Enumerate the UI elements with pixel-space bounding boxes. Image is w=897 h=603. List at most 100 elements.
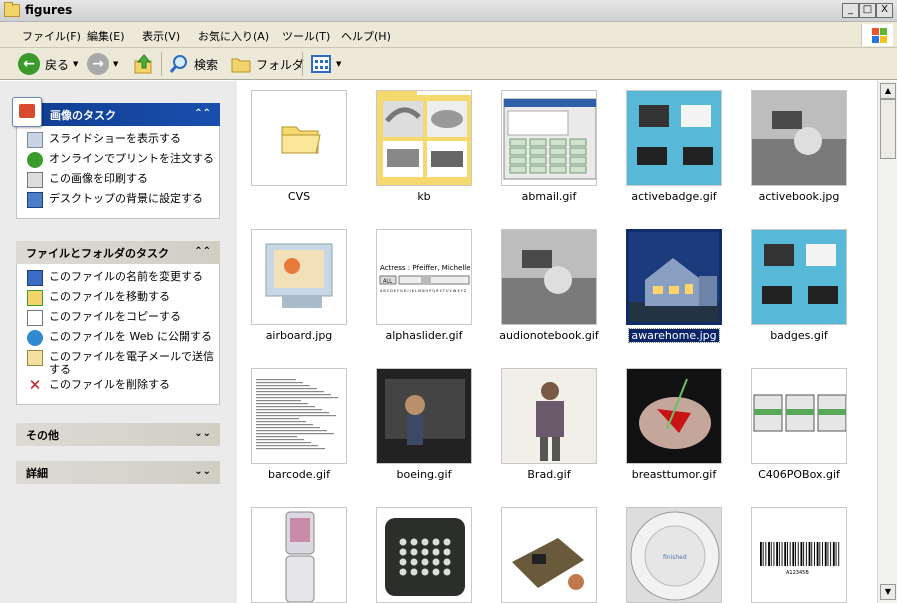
up-folder-icon (134, 54, 152, 74)
back-dropdown-icon[interactable]: ▼ (73, 60, 78, 68)
file-tile[interactable]: activebook.jpg (739, 81, 859, 211)
file-tile[interactable]: Brad.gif (489, 359, 609, 489)
forward-dropdown-icon[interactable]: ▼ (113, 60, 118, 68)
rename-icon (27, 270, 43, 286)
task-pane: 画像のタスク ⌃⌃ スライドショーを表示する オンラインでプリントを注文する こ… (0, 81, 237, 603)
collapse-chevron-icon[interactable]: ⌃⌃ (194, 246, 211, 257)
file-tile[interactable]: breasttumor.gif (614, 359, 734, 489)
views-button[interactable]: ▼ (310, 52, 341, 76)
globe-icon (27, 330, 43, 346)
file-tile[interactable]: C406POBox.gif (739, 359, 859, 489)
details-title: 詳細 (26, 466, 48, 480)
folders-button[interactable]: フォルダ (230, 52, 304, 76)
thumbnail-image (501, 507, 597, 603)
file-tile[interactable]: A12345B (739, 498, 859, 603)
file-tile[interactable] (489, 498, 609, 603)
up-folder-button[interactable] (133, 52, 155, 76)
task-email[interactable]: このファイルを電子メールで送信する (27, 350, 219, 378)
file-tile[interactable]: awarehome.jpg (614, 220, 734, 350)
expand-chevron-icon[interactable]: ⌄⌄ (194, 428, 211, 439)
details-header[interactable]: 詳細 ⌄⌄ (16, 461, 220, 484)
back-arrow-icon: ← (18, 53, 40, 75)
windows-logo-icon (861, 24, 893, 46)
file-name-label: CVS (287, 190, 311, 203)
svg-text:A12345B: A12345B (786, 570, 809, 576)
file-name-label: kb (417, 190, 431, 203)
forward-button[interactable]: → ▼ (87, 52, 118, 76)
thumbnail-image (376, 90, 472, 186)
file-tasks-panel: ファイルとフォルダのタスク ⌃⌃ このファイルの名前を変更する このファイルを移… (16, 241, 220, 405)
maximize-button[interactable]: □ (859, 3, 876, 18)
file-tile[interactable]: badges.gif (739, 220, 859, 350)
scroll-thumb[interactable] (880, 99, 896, 159)
thumbnail-image (751, 229, 847, 325)
file-tile[interactable]: abmail.gif (489, 81, 609, 211)
details-panel: 詳細 ⌄⌄ (16, 461, 220, 484)
task-set-background[interactable]: デスクトップの背景に設定する (27, 192, 219, 212)
task-rename[interactable]: このファイルの名前を変更する (27, 270, 219, 290)
slideshow-icon (27, 132, 43, 148)
thumbnail-image (376, 507, 472, 603)
thumbnail-image (501, 368, 597, 464)
task-copy[interactable]: このファイルをコピーする (27, 310, 219, 330)
file-name-label: breasttumor.gif (631, 468, 717, 481)
svg-text:Actress : Pfeiffer, Michelle: Actress : Pfeiffer, Michelle (380, 264, 471, 272)
thumbnail-image (751, 90, 847, 186)
search-button[interactable]: 検索 (168, 52, 218, 76)
svg-text:A B C D E F G H I J K L M N O: A B C D E F G H I J K L M N O P Q R S T … (380, 289, 467, 293)
menu-file[interactable]: ファイル(F) (22, 28, 81, 44)
file-tile[interactable]: Actress : Pfeiffer, Michelle ALL A B C D E… (364, 220, 484, 350)
delete-x-icon: ✕ (28, 376, 42, 394)
file-tile[interactable]: barcode.gif (239, 359, 359, 489)
file-tile[interactable] (239, 498, 359, 603)
scroll-down-button[interactable]: ▼ (880, 584, 896, 600)
collapse-chevron-icon[interactable]: ⌃⌃ (194, 108, 211, 119)
thumbnail-image (376, 368, 472, 464)
globe-icon (27, 152, 43, 168)
file-name-label: abmail.gif (521, 190, 577, 203)
file-tile[interactable]: finished (614, 498, 734, 603)
vertical-scrollbar[interactable]: ▲ ▼ (877, 81, 897, 603)
folder-tile[interactable]: CVS (239, 81, 359, 211)
minimize-button[interactable]: _ (842, 3, 859, 18)
file-name-label: C406POBox.gif (758, 468, 840, 481)
menu-view[interactable]: 表示(V) (142, 28, 180, 44)
close-button[interactable]: X (876, 3, 893, 18)
folder-icon (4, 2, 20, 17)
task-slideshow[interactable]: スライドショーを表示する (27, 132, 219, 152)
folders-label: フォルダ (256, 57, 305, 72)
file-tile[interactable]: boeing.gif (364, 359, 484, 489)
menu-tools[interactable]: ツール(T) (282, 28, 330, 44)
file-tile[interactable] (364, 498, 484, 603)
expand-chevron-icon[interactable]: ⌄⌄ (194, 466, 211, 477)
task-publish-web[interactable]: このファイルを Web に公開する (27, 330, 219, 350)
task-order-prints[interactable]: オンラインでプリントを注文する (27, 152, 219, 172)
folder-tile[interactable]: kb (364, 81, 484, 211)
other-places-panel: その他 ⌄⌄ (16, 423, 220, 446)
task-move[interactable]: このファイルを移動する (27, 290, 219, 310)
thumbnail-image: finished (626, 507, 722, 603)
task-delete[interactable]: ✕ このファイルを削除する (27, 378, 219, 398)
printer-icon (27, 172, 43, 188)
image-tasks-header[interactable]: 画像のタスク ⌃⌃ (12, 97, 220, 127)
thumbnail-image (501, 90, 597, 186)
task-print[interactable]: この画像を印刷する (27, 172, 219, 192)
folder-icon (251, 90, 347, 186)
back-button[interactable]: ← 戻る ▼ (18, 52, 78, 76)
file-tasks-header[interactable]: ファイルとフォルダのタスク ⌃⌃ (16, 241, 220, 264)
file-name-label: badges.gif (770, 329, 828, 342)
file-tile[interactable]: activebadge.gif (614, 81, 734, 211)
toolbar: ← 戻る ▼ → ▼ 検索 フォルダ ▼ (0, 48, 897, 80)
menu-favorites[interactable]: お気に入り(A) (198, 28, 269, 44)
svg-text:ALL: ALL (383, 279, 392, 285)
other-places-title: その他 (26, 428, 59, 442)
file-tile[interactable]: audionotebook.gif (489, 220, 609, 350)
file-name-label: awarehome.jpg (628, 328, 720, 343)
other-places-header[interactable]: その他 ⌄⌄ (16, 423, 220, 446)
views-dropdown-icon[interactable]: ▼ (336, 60, 341, 68)
thumbnail-image: A12345B (751, 507, 847, 603)
file-tile[interactable]: airboard.jpg (239, 220, 359, 350)
menu-help[interactable]: ヘルプ(H) (341, 28, 391, 44)
menu-edit[interactable]: 編集(E) (87, 28, 125, 44)
scroll-up-button[interactable]: ▲ (880, 83, 896, 99)
